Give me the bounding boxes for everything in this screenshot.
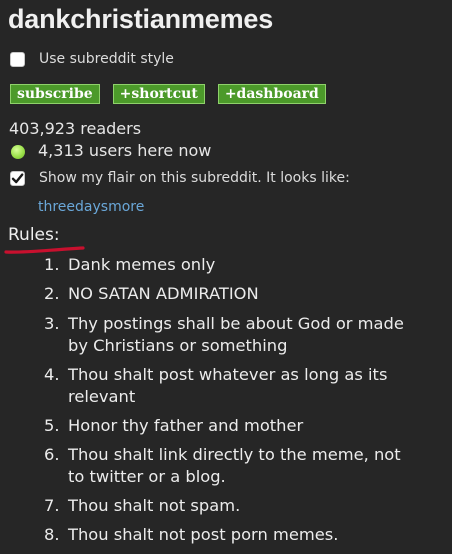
subscription-buttons: subscribe +shortcut +dashboard — [10, 84, 326, 104]
rule-text-line: Thou shalt post whatever as long as its — [68, 365, 388, 384]
rule-text-line: Honor thy father and mother — [68, 416, 304, 435]
rule-number: 3. — [44, 314, 60, 333]
rules-heading: Rules: — [8, 225, 60, 245]
users-online: 4,313 users here now — [11, 141, 211, 160]
rule-text-line: Thy postings shall be about God or made — [68, 314, 404, 333]
shortcut-button[interactable]: +shortcut — [112, 84, 205, 104]
rule-text: Dank memes only — [68, 254, 448, 276]
subreddit-title: dankchristianmemes — [8, 4, 274, 34]
rule-text: Honor thy father and mother — [68, 415, 448, 437]
use-subreddit-style-option[interactable]: Use subreddit style — [10, 51, 174, 67]
users-online-text: 4,313 users here now — [38, 141, 212, 160]
rule-text-line: Dank memes only — [68, 255, 216, 274]
rule-number: 4. — [44, 365, 60, 384]
online-indicator-icon — [11, 144, 25, 159]
rule-text: Thou shalt not spam. — [68, 495, 448, 517]
rule-text: Thou shalt link directly to the meme, no… — [68, 444, 448, 488]
dashboard-button[interactable]: +dashboard — [217, 84, 326, 104]
subscribe-button[interactable]: subscribe — [10, 84, 100, 104]
reader-count: 403,923 readers — [9, 119, 142, 138]
show-flair-label: Show my flair on this subreddit. It look… — [39, 170, 350, 186]
rule-text-line: to twitter or a blog. — [68, 467, 226, 486]
rule-text-line: NO SATAN ADMIRATION — [68, 284, 259, 303]
use-subreddit-style-label: Use subreddit style — [39, 51, 174, 67]
checkmark-icon — [11, 172, 24, 183]
rule-number: 8. — [44, 525, 60, 544]
rule-number: 2. — [44, 284, 60, 303]
rule-number: 6. — [44, 445, 60, 464]
use-subreddit-style-checkbox[interactable] — [10, 51, 25, 67]
rule-number: 1. — [44, 255, 60, 274]
rule-text-line: relevant — [68, 387, 136, 406]
rule-text: NO SATAN ADMIRATION — [68, 283, 448, 305]
rule-number: 5. — [44, 416, 60, 435]
rule-text-line: Thou shalt not post porn memes. — [68, 525, 339, 544]
rule-text: Thou shalt not post porn memes. — [68, 524, 448, 546]
rule-text: Thy postings shall be about God or made b… — [68, 313, 448, 357]
rule-text-line: Thou shalt link directly to the meme, no… — [68, 445, 401, 464]
show-flair-checkbox[interactable] — [10, 170, 25, 186]
rule-text-line: by Christians or something — [68, 336, 288, 355]
flair-preview[interactable]: threedaysmore — [38, 199, 144, 215]
rule-text-line: Thou shalt not spam. — [68, 496, 241, 515]
rule-text: Thou shalt post whatever as long as its r… — [68, 364, 448, 408]
flair-option[interactable]: Show my flair on this subreddit. It look… — [10, 170, 350, 186]
rule-number: 7. — [44, 496, 60, 515]
